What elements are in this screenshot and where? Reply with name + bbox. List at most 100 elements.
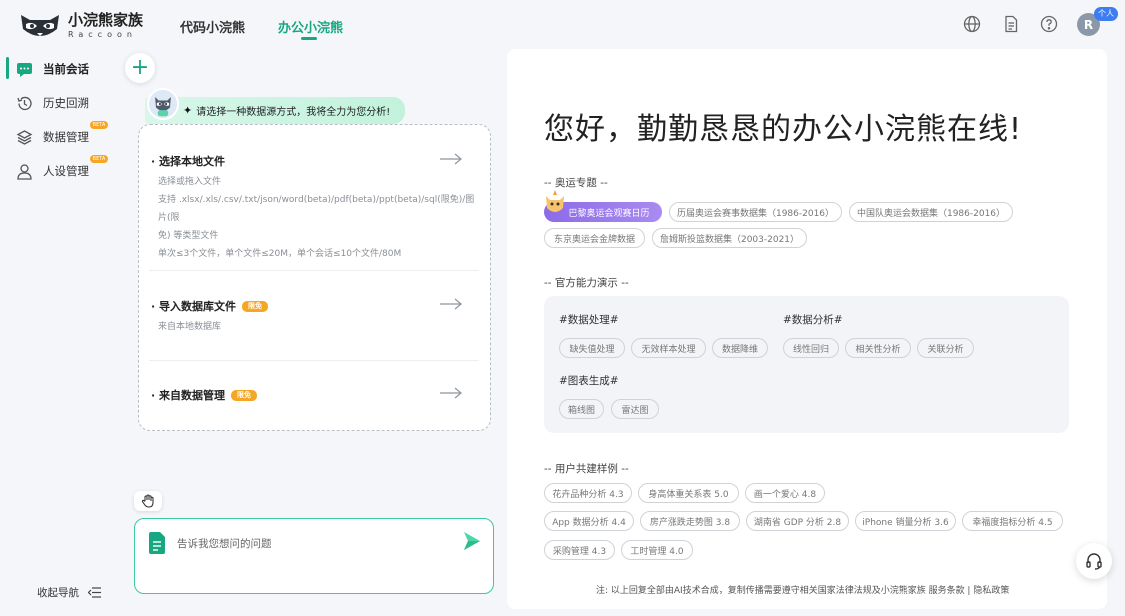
divider bbox=[149, 270, 479, 271]
user-sample-chip[interactable]: iPhone 销量分析 3.6 bbox=[855, 511, 956, 531]
chip-label: 历届奥运会赛事数据集（1986-2016） bbox=[676, 208, 835, 219]
option-desc-line: 免) 等类型文件 bbox=[158, 231, 219, 241]
user-sample-chip[interactable]: 采购管理 4.3 bbox=[544, 540, 615, 560]
user-sample-chip[interactable]: App 数据分析 4.4 bbox=[544, 511, 634, 531]
hand-icon bbox=[141, 494, 154, 508]
sidebar-item-persona-management[interactable]: 人设管理 BETA bbox=[0, 155, 122, 185]
tab-office-raccoon[interactable]: 办公小浣熊 bbox=[278, 17, 343, 36]
arrow-right-icon bbox=[440, 387, 462, 399]
chip-label: 线性回归 bbox=[792, 344, 829, 355]
chip-label: 湖南省 GDP 分析 2.8 bbox=[753, 517, 842, 528]
customer-support-button[interactable] bbox=[1076, 543, 1112, 579]
capability-chip[interactable]: 相关性分析 bbox=[845, 338, 911, 358]
collapse-navigation-button[interactable]: 收起导航 bbox=[37, 585, 101, 600]
brand-logo[interactable]: 小浣熊家族 Raccoon bbox=[18, 8, 148, 44]
chip-label: 身高体重关系表 5.0 bbox=[648, 489, 729, 500]
user-sample-chip[interactable]: 工时管理 4.0 bbox=[621, 540, 693, 560]
capability-chip[interactable]: 数据降维 bbox=[712, 338, 768, 358]
chip-label: 房产涨跌走势图 3.8 bbox=[649, 517, 731, 528]
user-sample-chip[interactable]: 房产涨跌走势图 3.8 bbox=[640, 511, 740, 531]
divider bbox=[149, 360, 479, 361]
capability-group-title: #图表生成# bbox=[559, 375, 619, 387]
chip-label: 箱线图 bbox=[567, 405, 595, 416]
chat-icon bbox=[17, 62, 32, 77]
capability-chip[interactable]: 无效样本处理 bbox=[631, 338, 706, 358]
capability-group-title: #数据处理# bbox=[559, 314, 619, 326]
capability-group-title: #数据分析# bbox=[783, 314, 843, 326]
new-chat-button[interactable]: + bbox=[125, 53, 155, 83]
arrow-right-icon bbox=[440, 298, 462, 310]
option-desc-line: 来自本地数据库 bbox=[158, 322, 222, 332]
beta-badge: BETA bbox=[90, 155, 108, 163]
sidebar-item-label: 数据管理 bbox=[43, 130, 89, 144]
capability-chip[interactable]: 雷达图 bbox=[611, 399, 659, 419]
sidebar-item-label: 人设管理 bbox=[43, 164, 89, 178]
chip-label: 采购管理 4.3 bbox=[552, 546, 607, 557]
history-icon bbox=[17, 96, 32, 110]
option-description: 选择或拖入文件 支持 .xlsx/.xls/.csv/.txt/json/wor… bbox=[151, 173, 476, 263]
chip-label: 中国队奥运会数据集（1986-2016） bbox=[856, 208, 1006, 219]
olympic-chip[interactable]: 东京奥运会金牌数据 bbox=[544, 228, 645, 248]
capability-demo-box: #数据处理# 缺失值处理 无效样本处理 数据降维 #数据分析# 线性回归 相关性… bbox=[544, 296, 1069, 433]
hand-tool-button[interactable] bbox=[134, 491, 162, 511]
document-icon[interactable] bbox=[1002, 15, 1020, 33]
option-data-management[interactable]: · 来自数据管理 限免 bbox=[151, 387, 476, 403]
option-local-file[interactable]: · 选择本地文件 选择或拖入文件 支持 .xlsx/.xls/.csv/.txt… bbox=[151, 153, 476, 263]
option-title: · 导入数据库文件 bbox=[151, 300, 237, 313]
user-sample-chip[interactable]: 身高体重关系表 5.0 bbox=[638, 483, 739, 503]
user-sample-chip[interactable]: 湖南省 GDP 分析 2.8 bbox=[746, 511, 849, 531]
option-desc-line: 单次≤3个文件，单个文件≤20M，单个会话≤10个文件/80M bbox=[158, 249, 402, 259]
olympic-chip[interactable]: 历届奥运会赛事数据集（1986-2016） bbox=[669, 202, 842, 222]
headset-icon bbox=[1086, 553, 1102, 570]
active-tab-indicator bbox=[301, 37, 317, 40]
tab-code-raccoon[interactable]: 代码小浣熊 bbox=[180, 17, 245, 36]
datasource-prompt: ✦ 请选择一种数据源方式，我将全力为您分析! bbox=[145, 97, 405, 124]
chip-label: iPhone 销量分析 3.6 bbox=[862, 517, 949, 528]
chip-label: 幸福度指标分析 4.5 bbox=[972, 517, 1053, 528]
account-type-badge: 个人 bbox=[1094, 7, 1118, 21]
capability-chip[interactable]: 缺失值处理 bbox=[559, 338, 625, 358]
option-desc-line: 选择或拖入文件 bbox=[158, 177, 222, 187]
olympic-chip[interactable]: 中国队奥运会数据集（1986-2016） bbox=[849, 202, 1013, 222]
capability-chip[interactable]: 关联分析 bbox=[917, 338, 974, 358]
sidebar-item-data-management[interactable]: 数据管理 BETA bbox=[0, 121, 122, 151]
brand-name: 小浣熊家族 bbox=[68, 11, 144, 29]
disclaimer-footer: 注: 以上回复全部由AI技术合成，复制传播需要遵守相关国家法律法规及小浣熊家族 … bbox=[596, 586, 1010, 596]
sidebar-item-history[interactable]: 历史回溯 bbox=[0, 89, 122, 117]
user-sample-chip[interactable]: 花卉品种分析 4.3 bbox=[544, 483, 632, 503]
chip-label: 巴黎奥运会观赛日历 bbox=[568, 208, 650, 219]
option-title: · 来自数据管理 bbox=[151, 389, 226, 402]
globe-icon[interactable] bbox=[963, 15, 981, 33]
raccoon-mascot-avatar bbox=[147, 88, 179, 120]
arrow-right-icon bbox=[440, 153, 462, 165]
chat-input-box[interactable]: 告诉我您想问的问题 bbox=[134, 518, 494, 594]
sidebar-item-label: 历史回溯 bbox=[43, 96, 89, 110]
greeting-title: 您好，勤勤恳恳的办公小浣熊在线! bbox=[544, 112, 1023, 147]
user-sample-chip[interactable]: 画一个爱心 4.8 bbox=[745, 483, 825, 503]
free-badge: 限免 bbox=[242, 300, 269, 312]
chip-label: 缺失值处理 bbox=[569, 344, 615, 355]
user-sample-chip[interactable]: 幸福度指标分析 4.5 bbox=[962, 511, 1063, 531]
option-description: 来自本地数据库 bbox=[151, 318, 476, 336]
option-desc-line: 支持 .xlsx/.xls/.csv/.txt/json/word(beta)/… bbox=[158, 195, 475, 223]
olympic-chip[interactable]: 詹姆斯投篮数据集（2003-2021） bbox=[652, 228, 807, 248]
plus-icon: + bbox=[130, 55, 150, 80]
option-import-database[interactable]: · 导入数据库文件 限免 来自本地数据库 bbox=[151, 298, 476, 336]
datasource-prompt-text: 请选择一种数据源方式，我将全力为您分析! bbox=[196, 107, 391, 118]
layers-icon bbox=[16, 129, 33, 145]
chip-label: 花卉品种分析 4.3 bbox=[552, 489, 624, 500]
document-upload-icon[interactable] bbox=[148, 532, 166, 554]
help-icon[interactable] bbox=[1040, 15, 1058, 33]
send-icon[interactable] bbox=[463, 531, 481, 551]
raccoon-mascot-icon bbox=[546, 190, 564, 212]
capability-chip[interactable]: 线性回归 bbox=[783, 338, 839, 358]
option-title: · 选择本地文件 bbox=[151, 155, 226, 168]
official-section-title: -- 官方能力演示 -- bbox=[544, 277, 629, 289]
chip-label: App 数据分析 4.4 bbox=[552, 517, 626, 528]
chip-label: 东京奥运会金牌数据 bbox=[553, 234, 635, 245]
collapse-menu-icon bbox=[88, 587, 101, 598]
sidebar-item-current-chat[interactable]: 当前会话 bbox=[0, 55, 122, 83]
chip-label: 工时管理 4.0 bbox=[630, 546, 684, 557]
capability-chip[interactable]: 箱线图 bbox=[559, 399, 604, 419]
beta-badge: BETA bbox=[90, 121, 108, 129]
